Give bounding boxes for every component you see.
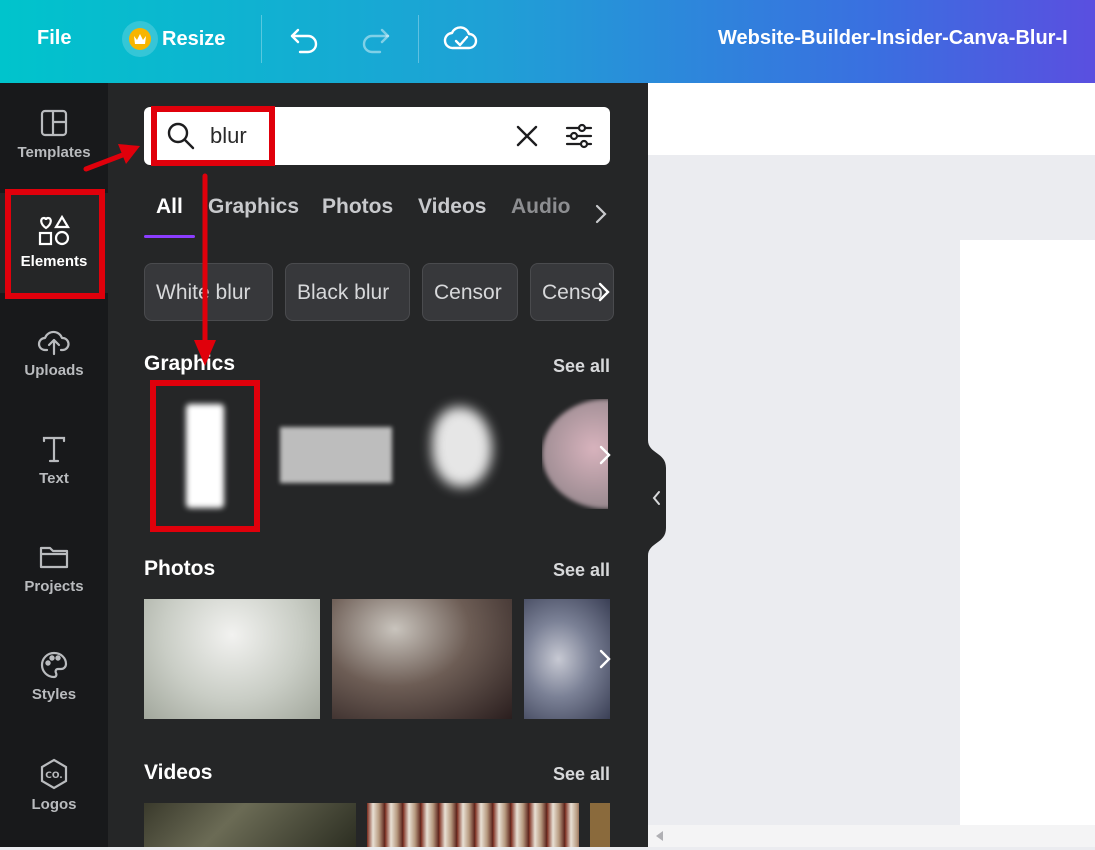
projects-icon bbox=[39, 546, 69, 569]
logos-icon: CO. bbox=[40, 758, 68, 790]
templates-icon bbox=[40, 109, 68, 137]
content-tabs: All Graphics Photos Videos Audio bbox=[144, 191, 614, 241]
annotation-box-elements bbox=[5, 189, 105, 299]
photos-see-all-link[interactable]: See all bbox=[553, 560, 610, 581]
svg-text:CO.: CO. bbox=[45, 771, 62, 781]
collapse-panel-handle[interactable] bbox=[646, 440, 668, 556]
toolbar-divider bbox=[418, 15, 419, 63]
rail-item-label: Logos bbox=[31, 796, 77, 813]
chevron-right-icon[interactable] bbox=[597, 281, 611, 303]
rail-item-text[interactable]: Text bbox=[0, 434, 108, 526]
chevron-right-icon[interactable] bbox=[598, 648, 612, 670]
undo-icon[interactable] bbox=[288, 22, 322, 61]
text-icon bbox=[42, 436, 66, 463]
graphics-section-title: Graphics bbox=[144, 352, 236, 375]
chevron-right-icon[interactable] bbox=[598, 444, 612, 466]
tab-all[interactable]: All bbox=[156, 195, 183, 219]
graphic-thumbnail[interactable] bbox=[418, 393, 518, 513]
rail-item-label: Text bbox=[39, 470, 69, 487]
graphic-thumbnail[interactable] bbox=[274, 401, 400, 509]
top-bar: File Resize Website-Builder-Insider-Canv… bbox=[0, 0, 1095, 83]
active-tab-indicator bbox=[144, 235, 195, 238]
toolbar-divider bbox=[261, 15, 262, 63]
rail-item-label: Styles bbox=[31, 686, 77, 703]
canvas-toolbar bbox=[648, 83, 1095, 155]
rail-item-logos[interactable]: CO. Logos bbox=[0, 758, 108, 850]
uploads-icon bbox=[37, 330, 70, 356]
videos-section-title: Videos bbox=[144, 761, 213, 784]
chevron-right-icon[interactable] bbox=[594, 203, 608, 225]
annotation-box-graphic bbox=[150, 380, 260, 532]
filter-icon[interactable] bbox=[564, 121, 594, 151]
rail-item-projects[interactable]: Projects bbox=[0, 542, 108, 634]
design-page[interactable] bbox=[960, 240, 1095, 825]
videos-see-all-link[interactable]: See all bbox=[553, 764, 610, 785]
rail-item-uploads[interactable]: Uploads bbox=[0, 326, 108, 418]
video-thumbnail[interactable] bbox=[144, 803, 356, 847]
rail-item-label: Projects bbox=[24, 578, 84, 595]
photo-thumbnail[interactable] bbox=[144, 599, 320, 719]
suggestion-chip[interactable]: White blur bbox=[144, 263, 273, 321]
graphics-see-all-link[interactable]: See all bbox=[553, 356, 610, 377]
rail-item-templates[interactable]: Templates bbox=[0, 108, 108, 200]
suggestion-chip[interactable]: Black blur bbox=[285, 263, 410, 321]
file-menu-button[interactable]: File bbox=[37, 27, 71, 50]
photos-section-title: Photos bbox=[144, 557, 216, 580]
rail-item-label: Templates bbox=[17, 144, 91, 161]
document-title[interactable]: Website-Builder-Insider-Canva-Blur-I bbox=[718, 27, 1095, 50]
video-thumbnail[interactable] bbox=[590, 803, 610, 847]
annotation-box-search bbox=[151, 106, 275, 166]
crown-icon bbox=[122, 21, 158, 57]
suggestion-chip[interactable]: Censor bbox=[422, 263, 518, 321]
rail-item-label: Uploads bbox=[24, 362, 84, 379]
tab-videos[interactable]: Videos bbox=[418, 195, 486, 219]
video-thumbnail[interactable] bbox=[367, 803, 579, 847]
rail-item-styles[interactable]: Styles bbox=[0, 650, 108, 742]
cloud-saved-icon[interactable] bbox=[443, 22, 479, 61]
styles-icon bbox=[40, 651, 68, 679]
horizontal-scrollbar[interactable] bbox=[648, 825, 1095, 847]
resize-button[interactable]: Resize bbox=[122, 20, 225, 58]
clear-search-icon[interactable] bbox=[516, 125, 538, 147]
redo-icon[interactable] bbox=[358, 22, 392, 61]
tab-audio[interactable]: Audio bbox=[511, 195, 570, 219]
photo-thumbnail[interactable] bbox=[332, 599, 512, 719]
tab-photos[interactable]: Photos bbox=[322, 195, 393, 219]
tab-graphics[interactable]: Graphics bbox=[208, 195, 299, 219]
scroll-left-icon[interactable] bbox=[656, 831, 664, 841]
resize-label: Resize bbox=[162, 27, 226, 50]
